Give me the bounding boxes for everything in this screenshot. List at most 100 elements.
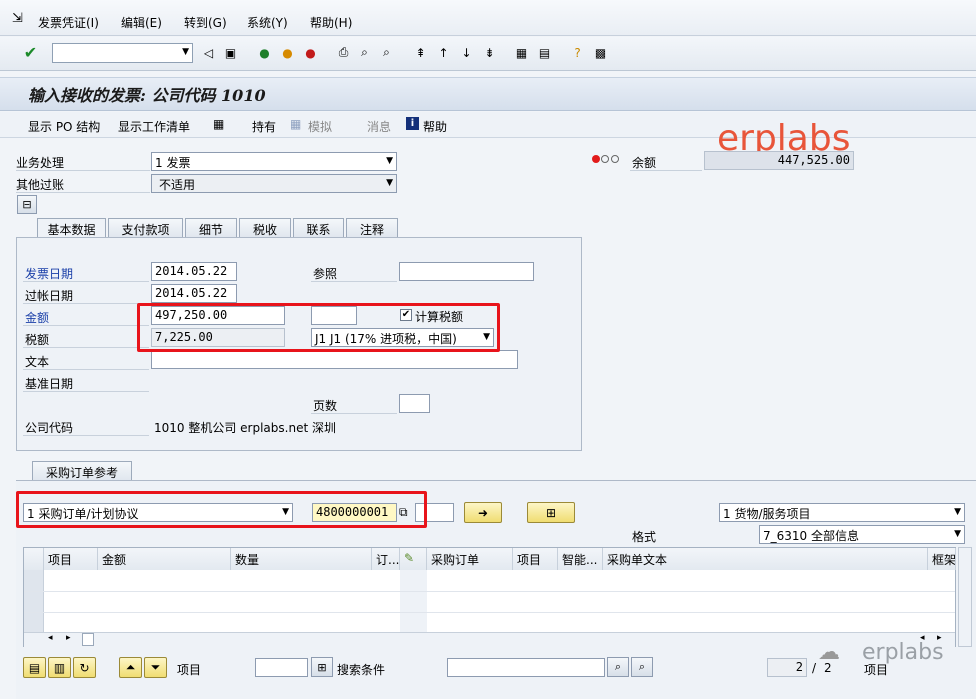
select-po-button[interactable]: ⊞ [527,502,575,523]
find-icon[interactable]: ⌕ [356,44,373,61]
posting-date-field[interactable]: 2014.05.22 [151,284,237,303]
col-check-icon[interactable]: ✎ [400,548,427,570]
search-criteria-field[interactable] [447,658,605,677]
horizontal-scrollbar[interactable] [24,632,955,647]
status-yellow-icon [601,155,609,163]
back-icon[interactable]: ● [256,44,273,61]
shortcut-icon[interactable]: ▤ [536,44,553,61]
print-icon[interactable]: ⎙ [335,44,352,61]
item-type-value: 1 货物/服务项目 [723,507,811,521]
amount-label: 金额 [25,311,50,325]
hold-button[interactable]: 持有 [252,118,276,135]
col-order-unit[interactable]: 订... [372,548,400,570]
divider [630,170,702,171]
show-worklist-button[interactable]: 显示工作清单 [118,118,190,135]
balance-field: 447,525.00 [704,151,854,170]
tab-details[interactable]: 细节 [185,218,237,238]
col-quantity[interactable]: 数量 [231,548,372,570]
table-row [24,591,955,592]
find-button-icon[interactable]: ⌕ [607,657,629,677]
col-item[interactable]: 项目 [44,548,98,570]
divider [23,281,149,282]
divider [23,347,149,348]
col-framework[interactable]: 框架 [928,548,956,570]
vertical-scrollbar[interactable] [958,547,972,647]
help-button[interactable]: 帮助 [423,118,447,135]
command-field[interactable]: ▼ [52,43,193,63]
help-icon[interactable]: ? [569,44,586,61]
next-page-icon[interactable]: ↓ [458,44,475,61]
last-page-icon[interactable]: ⇟ [481,44,498,61]
filter-icon[interactable]: ⏷ [144,657,167,678]
new-session-icon[interactable]: ▦ [513,44,530,61]
tab-payment[interactable]: 支付款项 [108,218,183,238]
col-check-cells [400,570,427,632]
page-title: 输入接收的发票: 公司代码 1010 [28,86,266,105]
layout-icon[interactable]: ▩ [592,44,609,61]
save-icon[interactable]: ▣ [222,44,239,61]
reference-field[interactable] [399,262,534,281]
layout-select[interactable]: 7_6310 全部信息 ▼ [759,525,965,544]
select-all-icon[interactable]: ▤ [23,657,46,678]
info-icon: i [406,117,419,130]
tab-basic-data[interactable]: 基本数据 [37,218,106,238]
refresh-icon[interactable]: ↻ [73,657,96,678]
col-amount[interactable]: 金额 [98,548,231,570]
tab-tax[interactable]: 税收 [239,218,291,238]
company-code-value: 1010 整机公司 erplabs.net 深圳 [154,421,336,435]
page-count-label: 页数 [313,399,338,413]
transfer-button[interactable]: ➜ [464,502,502,523]
menu-invoice-doc[interactable]: 发票凭证(I) [38,14,99,31]
search-criteria-icon[interactable]: ⊞ [311,657,333,677]
divider [311,413,397,414]
menu-help[interactable]: 帮助(H) [310,14,352,31]
page-count-field[interactable] [399,394,430,413]
scroll-right-icon[interactable]: ▸ [66,633,71,643]
menu-goto[interactable]: 转到(G) [184,14,227,31]
text-field[interactable] [151,350,518,369]
back-arrow-icon[interactable]: ◁ [200,44,217,61]
col-po-item[interactable]: 项目 [513,548,558,570]
transaction-select[interactable]: 1 发票 ▼ [151,152,397,171]
tab-contacts[interactable]: 联系 [293,218,344,238]
item-field[interactable] [255,658,308,677]
tax-label: 税额 [25,333,50,347]
scroll-thumb[interactable] [82,633,94,646]
invoice-date-field[interactable]: 2014.05.22 [151,262,237,281]
simulate-button[interactable]: 模拟 [308,118,332,135]
col-po-text[interactable]: 采购单文本 [603,548,928,570]
enter-icon[interactable]: ✔ [22,43,39,62]
divider [311,281,397,282]
divider [23,303,149,304]
tree-icon[interactable]: ▦ [213,117,224,131]
deselect-all-icon[interactable]: ▥ [48,657,71,678]
tab-po-reference[interactable]: 采购订单参考 [32,461,132,481]
layout-label: 格式 [632,530,657,544]
exit-icon[interactable]: ● [279,44,296,61]
menu-system[interactable]: 系统(Y) [247,14,288,31]
tree-toggle-icon[interactable]: ⊟ [17,195,37,214]
tab-notes[interactable]: 注释 [346,218,398,238]
sort-up-icon[interactable]: ⏶ [119,657,142,678]
menu-edit[interactable]: 编辑(E) [121,14,162,31]
cancel-icon[interactable]: ● [302,44,319,61]
first-page-icon[interactable]: ⇞ [412,44,429,61]
messages-button[interactable]: 消息 [367,118,391,135]
find-next-button-icon[interactable]: ⌕ [631,657,653,677]
row-selectors[interactable] [24,570,44,632]
reference-label: 参照 [313,267,338,281]
other-posting-select[interactable]: 不适用 ▼ [151,174,397,193]
find-next-icon[interactable]: ⌕ [378,44,395,61]
status-green-icon [611,155,619,163]
invoice-date-label: 发票日期 [25,267,74,281]
col-smart[interactable]: 智能... [558,548,603,570]
divider [23,391,149,392]
prev-page-icon[interactable]: ↑ [435,44,452,61]
show-po-structure-button[interactable]: 显示 PO 结构 [28,118,100,135]
menu-icon[interactable]: ⇲ [12,11,23,26]
row-selector-header[interactable] [24,548,44,570]
col-po[interactable]: 采购订单 [427,548,513,570]
item-type-select[interactable]: 1 货物/服务项目 ▼ [719,503,965,522]
wechat-brand: erplabs [862,640,944,665]
scroll-left-icon[interactable]: ◂ [48,633,53,643]
